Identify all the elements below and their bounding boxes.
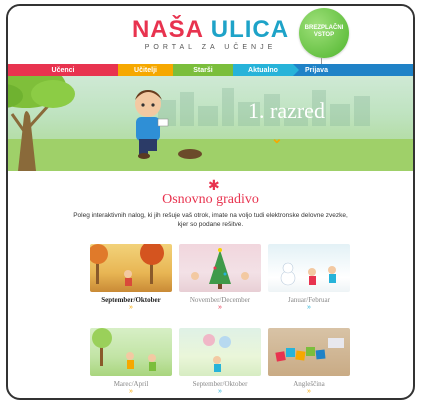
- free-entry-balloon-button[interactable]: BREZPLAČNI VSTOP: [299, 8, 349, 58]
- park-scene-image: [203, 334, 231, 372]
- ornament-icon: ✱: [208, 177, 220, 193]
- nav-item-prijava[interactable]: Prijava: [293, 64, 413, 76]
- card-september-oktober-2[interactable]: September/Oktober »: [179, 328, 261, 396]
- card-chevron-icon: »: [218, 304, 222, 311]
- card-caption: September/Oktober: [192, 380, 248, 388]
- card-thumbnail: [268, 328, 350, 376]
- card-thumbnail: [179, 328, 261, 376]
- card-chevron-icon: »: [307, 388, 311, 395]
- card-thumbnail: [268, 244, 350, 292]
- card-caption: Januar/Februar: [288, 296, 330, 304]
- card-chevron-icon: »: [307, 304, 311, 311]
- card-chevron-icon: »: [129, 388, 133, 395]
- hero-title: 1. razred: [248, 98, 325, 123]
- card-thumbnail: [179, 244, 261, 292]
- hero-chevron-down-icon[interactable]: ⌄: [271, 130, 283, 147]
- snow-scene-image: [280, 262, 336, 286]
- card-caption: November/December: [189, 296, 251, 304]
- card-chevron-icon: »: [218, 388, 222, 395]
- page-frame: NAŠA ULICA PORTAL ZA UČENJE BREZPLAČNI V…: [6, 4, 415, 400]
- section-title: Osnovno gradivo: [162, 192, 259, 207]
- card-thumbnail: [90, 244, 172, 292]
- card-caption: Angleščina: [293, 380, 325, 388]
- hero-illustration: [8, 76, 202, 171]
- nav-item-starsi[interactable]: Starši: [173, 64, 233, 76]
- section-description: Poleg interaktivnih nalog, ki jih rešuje…: [73, 212, 348, 228]
- letter-blocks-image: [275, 338, 344, 362]
- autumn-scene-image: [90, 244, 164, 286]
- nav-item-prijava-label: Prijava: [305, 66, 328, 74]
- card-chevron-icon: »: [129, 304, 133, 311]
- nav-item-ucitelji[interactable]: Učitelji: [118, 64, 173, 76]
- card-november-december[interactable]: November/December »: [179, 244, 261, 312]
- nav-item-ucenci[interactable]: Učenci: [8, 64, 118, 76]
- main-nav: Učenci Učitelji Starši Aktualno Prijava: [8, 64, 413, 76]
- nav-arrow: [293, 64, 299, 76]
- card-januar-februar[interactable]: Januar/Februar »: [268, 244, 350, 312]
- card-september-oktober[interactable]: September/Oktober »: [90, 244, 172, 312]
- spring-scene-image: [92, 328, 156, 371]
- card-thumbnail: [90, 328, 172, 376]
- logo-subtitle: PORTAL ZA UČENJE: [144, 44, 277, 51]
- card-anglescina[interactable]: Angleščina »: [268, 328, 350, 396]
- logo-part2: ULICA: [210, 16, 290, 43]
- logo-title: NAŠA ULICA: [8, 18, 413, 42]
- site-logo[interactable]: NAŠA ULICA PORTAL ZA UČENJE: [8, 18, 413, 52]
- hero-banner: 1. razred ⌄: [8, 76, 413, 171]
- winter-scene-image: [191, 248, 249, 289]
- card-marec-april[interactable]: Marec/April »: [90, 328, 172, 396]
- nav-item-aktualno[interactable]: Aktualno: [233, 64, 293, 76]
- site-header: NAŠA ULICA PORTAL ZA UČENJE BREZPLAČNI V…: [8, 6, 413, 66]
- card-caption: Marec/April: [113, 380, 149, 388]
- logo-part1: NAŠA: [131, 16, 204, 43]
- card-caption: September/Oktober: [101, 296, 161, 304]
